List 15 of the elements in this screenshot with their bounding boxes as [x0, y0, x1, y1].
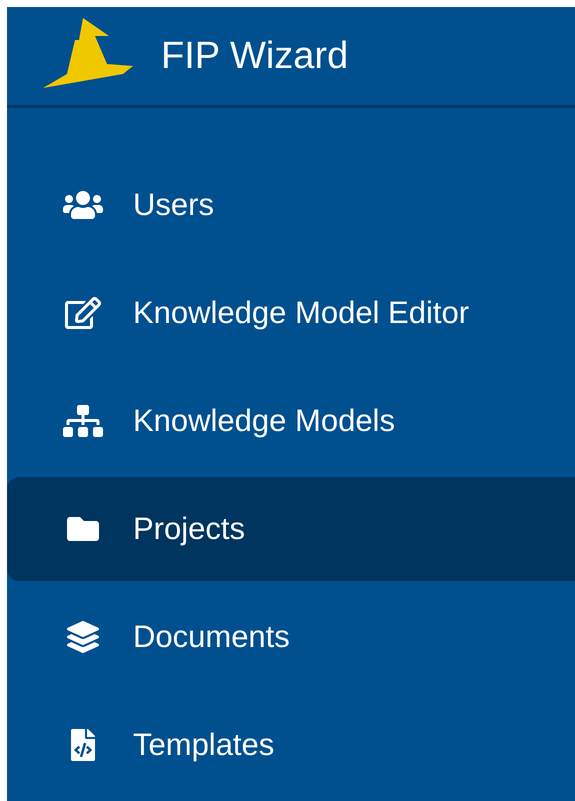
menu-label: Knowledge Model Editor	[133, 294, 470, 332]
sitemap-icon	[61, 405, 105, 437]
menu-item[interactable]: Templates	[7, 693, 575, 797]
menu-label: Documents	[133, 618, 290, 656]
menu-item[interactable]: Users	[7, 153, 575, 257]
app-title: FIP Wizard	[161, 34, 348, 78]
menu-label: Projects	[133, 510, 245, 548]
menu-label: Templates	[133, 726, 274, 764]
users-icon	[61, 189, 105, 221]
menu-item[interactable]: Projects	[7, 477, 575, 581]
menu-item[interactable]: Knowledge Model Editor	[7, 261, 575, 365]
menu-item[interactable]: Knowledge Models	[7, 369, 575, 473]
menu-item[interactable]: Documents	[7, 585, 575, 689]
menu-label: Users	[133, 186, 214, 224]
menu-label: Knowledge Models	[133, 402, 395, 440]
